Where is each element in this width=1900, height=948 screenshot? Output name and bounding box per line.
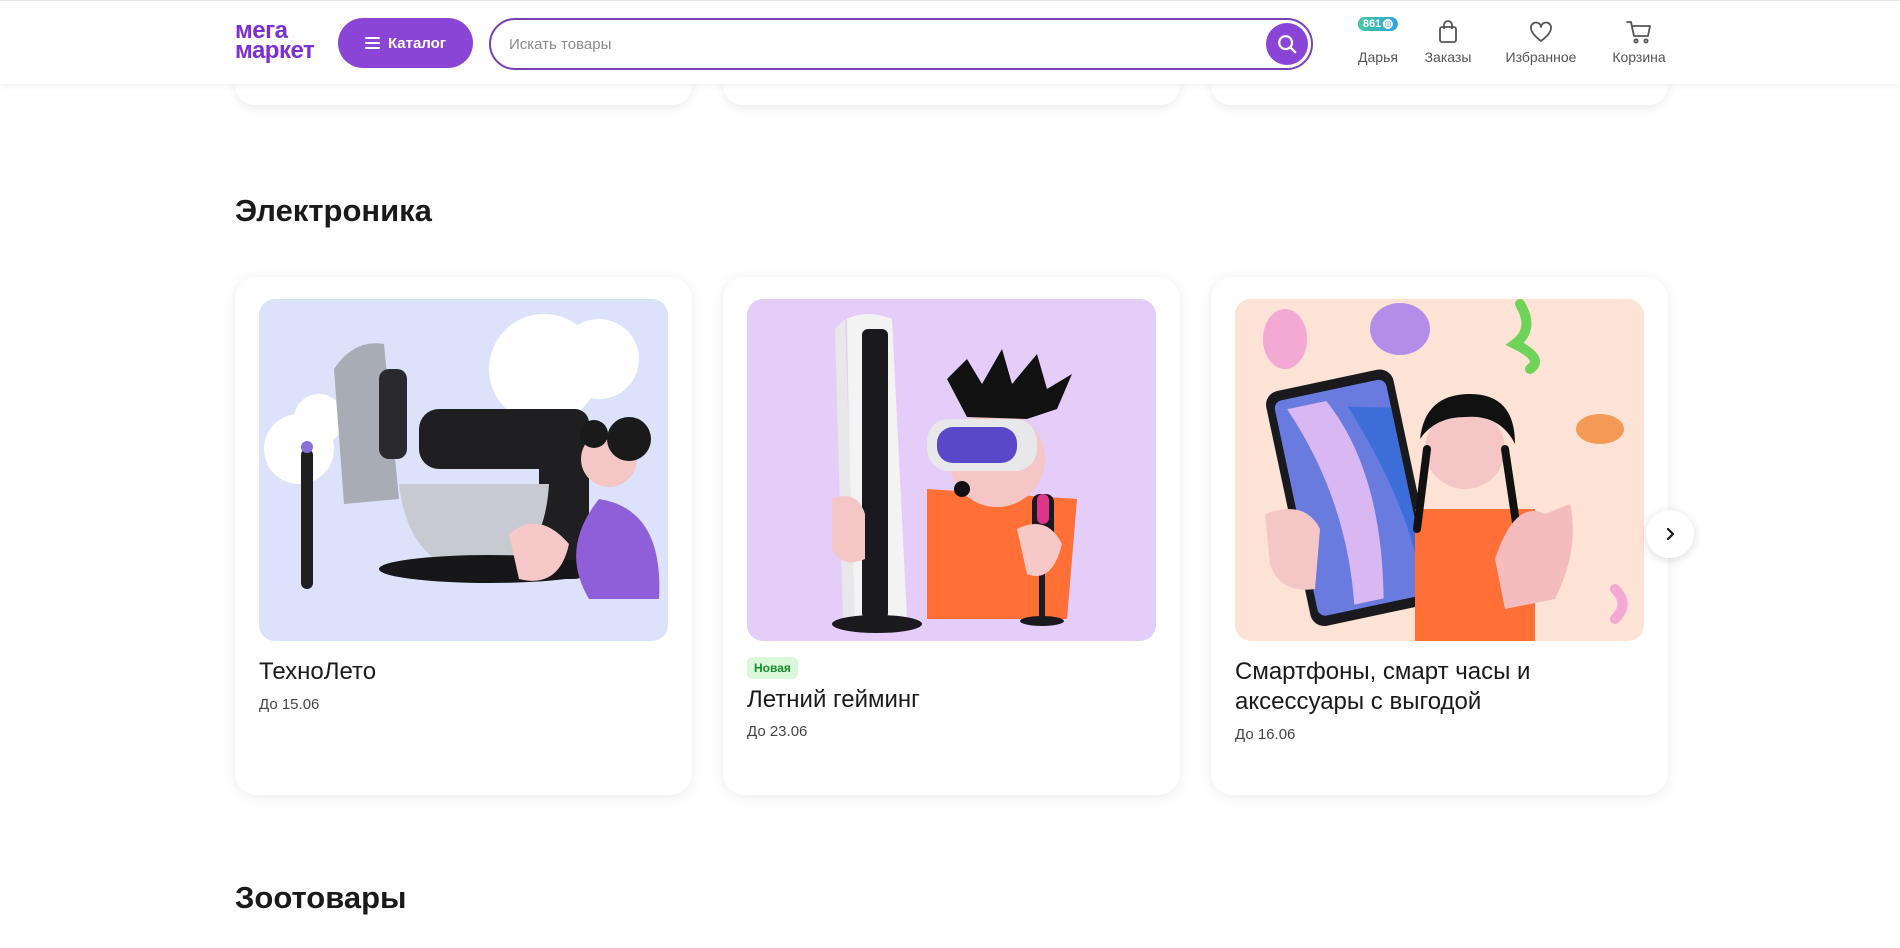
- promo-date: До 23.06: [747, 723, 808, 740]
- catalog-button[interactable]: Каталог: [338, 18, 473, 68]
- favorites-label: Избранное: [1505, 49, 1577, 65]
- megamarket-logo[interactable]: мега маркет: [235, 19, 327, 64]
- promo-date: До 16.06: [1235, 726, 1296, 743]
- site-header: мега маркет Каталог 861 ◎ Дарья: [0, 0, 1900, 84]
- promo-card-technoleto[interactable]: ТехноЛето До 15.06: [235, 277, 692, 795]
- menu-icon: [364, 37, 380, 49]
- catalog-button-label: Каталог: [387, 34, 447, 52]
- cart-button[interactable]: Корзина: [1608, 19, 1670, 69]
- favorites-button[interactable]: Избранное: [1500, 19, 1582, 69]
- search-bar: [489, 18, 1313, 70]
- profile-label: Дарья: [1358, 49, 1398, 65]
- promo-title: Летний гейминг: [747, 686, 920, 713]
- section-title-pet-products: Зоотовары: [235, 880, 407, 915]
- promo-date: До 15.06: [259, 696, 320, 713]
- promo-title: ТехноЛето: [259, 658, 377, 685]
- orders-button[interactable]: Заказы: [1421, 19, 1475, 69]
- promo-card-smartphones[interactable]: Смартфоны, смарт часы и аксессуары с выг…: [1211, 277, 1668, 795]
- promo-title: Смартфоны, смарт часы и аксессуары с выг…: [1235, 658, 1531, 715]
- search-button[interactable]: [1266, 23, 1308, 65]
- promo-image-technoleto: [259, 299, 668, 641]
- coin-icon: ◎: [1383, 19, 1394, 29]
- bonus-value: 861: [1362, 18, 1382, 30]
- cart-label: Корзина: [1612, 49, 1666, 65]
- new-badge: Новая: [747, 657, 798, 679]
- search-icon: [1278, 35, 1297, 54]
- promo-image-smartphones: [1235, 299, 1644, 641]
- profile-button[interactable]: 861 ◎ Дарья: [1347, 17, 1409, 69]
- logo-line-2: маркет: [235, 37, 315, 64]
- search-input[interactable]: [507, 20, 1227, 68]
- carousel-next-button[interactable]: [1646, 510, 1694, 558]
- chevron-right-icon: [1666, 527, 1675, 541]
- section-title-electronics: Электроника: [235, 193, 432, 228]
- heart-icon: [1530, 21, 1552, 42]
- promo-image-summer-gaming: [747, 299, 1156, 641]
- bonus-badge: 861 ◎: [1357, 17, 1399, 31]
- promo-card-summer-gaming[interactable]: Новая Летний гейминг До 23.06: [723, 277, 1180, 795]
- bag-icon: [1439, 20, 1457, 43]
- cart-icon: [1626, 21, 1651, 44]
- orders-label: Заказы: [1424, 49, 1472, 65]
